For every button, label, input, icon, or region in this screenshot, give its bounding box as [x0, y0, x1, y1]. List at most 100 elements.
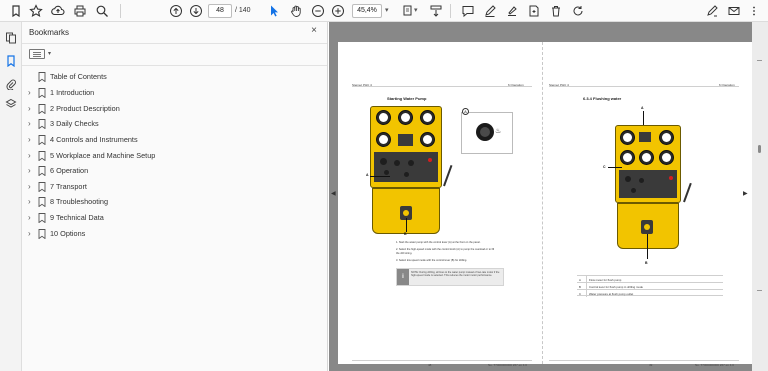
- bookmark-item[interactable]: › 9 Technical Data: [22, 210, 327, 225]
- bookmark-item[interactable]: › 7 Transport: [22, 179, 327, 194]
- header-rule: [549, 86, 739, 87]
- print-icon[interactable]: [72, 3, 88, 19]
- delete-icon[interactable]: [548, 3, 564, 19]
- close-icon[interactable]: ×: [309, 25, 319, 36]
- pen-icon[interactable]: [482, 3, 498, 19]
- share-mail-icon[interactable]: [726, 3, 742, 19]
- bookmark-icon: [38, 119, 46, 129]
- panel-divider: [22, 65, 327, 66]
- layers-icon[interactable]: [3, 96, 19, 112]
- page-down-icon[interactable]: [188, 3, 204, 19]
- scroll-marker: [757, 60, 762, 61]
- page-number-input[interactable]: 48: [208, 4, 232, 18]
- rotate-icon[interactable]: [570, 3, 586, 19]
- flushing-panel-illustration: A C B: [603, 106, 703, 271]
- page-number: 48: [428, 363, 432, 367]
- scroll-right-icon[interactable]: ▶: [743, 190, 748, 197]
- legend-key: C: [579, 292, 582, 296]
- bookmark-item[interactable]: Table of Contents: [22, 69, 327, 84]
- bookmark-label: 1 Introduction: [50, 88, 95, 97]
- chevron-right-icon[interactable]: ›: [28, 150, 36, 161]
- gauge: [376, 110, 391, 125]
- bookmark-icon: [38, 197, 46, 207]
- bookmark-icon: [38, 166, 46, 176]
- page-total-label: / 140: [235, 7, 251, 14]
- options-dropdown-caret-icon[interactable]: ▾: [48, 49, 51, 59]
- highlight-icon[interactable]: [504, 3, 520, 19]
- emergency-button: [669, 176, 673, 180]
- control-knob: [380, 158, 387, 165]
- zoom-dropdown-caret-icon[interactable]: ▾: [385, 4, 389, 18]
- page-fit-dropdown-caret-icon[interactable]: ▾: [414, 4, 418, 18]
- knob-detail: [476, 123, 494, 141]
- page-up-icon[interactable]: [168, 3, 184, 19]
- stamp-icon[interactable]: [526, 3, 542, 19]
- zoom-level-input[interactable]: 45,4%: [352, 4, 382, 18]
- callout-a-label: A: [641, 106, 644, 110]
- scroll-thumb[interactable]: [758, 145, 761, 153]
- page-thumbnails-icon[interactable]: [3, 30, 19, 46]
- side-lever: [683, 182, 692, 203]
- chevron-right-icon[interactable]: ›: [28, 181, 36, 192]
- bookmark-icon[interactable]: [8, 3, 24, 19]
- legend-row: A Flow meter for flush pump: [577, 275, 723, 283]
- scroll-mode-icon[interactable]: [428, 3, 444, 19]
- bookmark-label: 8 Troubleshooting: [50, 197, 109, 206]
- pdf-viewer-window: 48 / 140 45,4% ▾ ▾ Bookmarks × ▾ Table o…: [0, 0, 768, 371]
- chevron-right-icon[interactable]: ›: [28, 212, 36, 223]
- callout-line: [370, 176, 390, 177]
- callout-b-label: B: [404, 232, 407, 236]
- navigation-rail: [0, 22, 22, 371]
- bookmark-item[interactable]: › 2 Product Description: [22, 101, 327, 116]
- zoom-out-icon[interactable]: [310, 3, 326, 19]
- edit-pdf-icon[interactable]: [704, 3, 720, 19]
- legend-row: C Water pressure at flush pump outlet: [577, 289, 723, 297]
- zoom-search-icon[interactable]: [94, 3, 110, 19]
- footer-rule: [352, 360, 532, 361]
- chevron-right-icon[interactable]: ›: [28, 228, 36, 239]
- control-knob: [384, 170, 389, 175]
- inset-callout: A: [462, 108, 469, 115]
- callout-line: [643, 111, 644, 125]
- instruction-step: 3. Select low speed mode with the contro…: [396, 259, 468, 262]
- upload-icon[interactable]: [50, 3, 66, 19]
- comment-icon[interactable]: [460, 3, 476, 19]
- instruction-step: 2. Select the high-speed mode with the c…: [396, 248, 495, 251]
- star-icon[interactable]: [28, 3, 44, 19]
- chevron-right-icon[interactable]: ›: [28, 103, 36, 114]
- bookmark-item[interactable]: › 4 Controls and Instruments: [22, 132, 327, 147]
- bookmark-item[interactable]: › 1 Introduction: [22, 85, 327, 100]
- bookmark-item[interactable]: › 3 Daily Checks: [22, 116, 327, 131]
- page-number: 49: [649, 363, 653, 367]
- chevron-right-icon[interactable]: ›: [28, 165, 36, 176]
- bookmarks-panel-icon[interactable]: [3, 53, 19, 69]
- chevron-right-icon[interactable]: ›: [28, 118, 36, 129]
- bookmark-item[interactable]: › 10 Options: [22, 226, 327, 241]
- chevron-right-icon[interactable]: ›: [28, 87, 36, 98]
- bookmark-item[interactable]: › 5 Workplace and Machine Setup: [22, 148, 327, 163]
- bookmark-item[interactable]: › 6 Operation: [22, 163, 327, 178]
- bookmark-label: 7 Transport: [50, 182, 87, 191]
- attachment-icon[interactable]: [3, 76, 19, 92]
- pdf-page-right: Stemec PHC 4 6 Operation 6.3.4 Flushing …: [542, 42, 752, 367]
- legend-table: A Flow meter for flush pump B Control lever…: [577, 275, 723, 297]
- top-toolbar: 48 / 140 45,4% ▾ ▾: [0, 0, 768, 22]
- chevron-right-icon[interactable]: ›: [28, 196, 36, 207]
- scroll-marker: [757, 290, 762, 291]
- pdf-page-left: Stemec PHC 4 6 Operation Starting Water …: [338, 42, 542, 367]
- note-text: NOTE: During drilling, all lines to the …: [411, 271, 500, 278]
- flow-meter: [639, 132, 651, 142]
- zoom-in-icon[interactable]: [330, 3, 346, 19]
- chevron-right-icon[interactable]: ›: [28, 134, 36, 145]
- gauge: [620, 150, 635, 165]
- more-options-icon[interactable]: [746, 3, 762, 19]
- bookmark-options-icon[interactable]: [29, 49, 45, 59]
- scroll-left-icon[interactable]: ◀: [331, 190, 336, 197]
- gauge: [639, 150, 654, 165]
- bookmark-label: Table of Contents: [50, 72, 107, 81]
- hand-icon[interactable]: [288, 3, 304, 19]
- bookmark-item[interactable]: › 8 Troubleshooting: [22, 194, 327, 209]
- vertical-scrollbar[interactable]: [752, 22, 768, 371]
- select-cursor-icon[interactable]: [266, 3, 282, 19]
- switch-panel: [619, 170, 677, 198]
